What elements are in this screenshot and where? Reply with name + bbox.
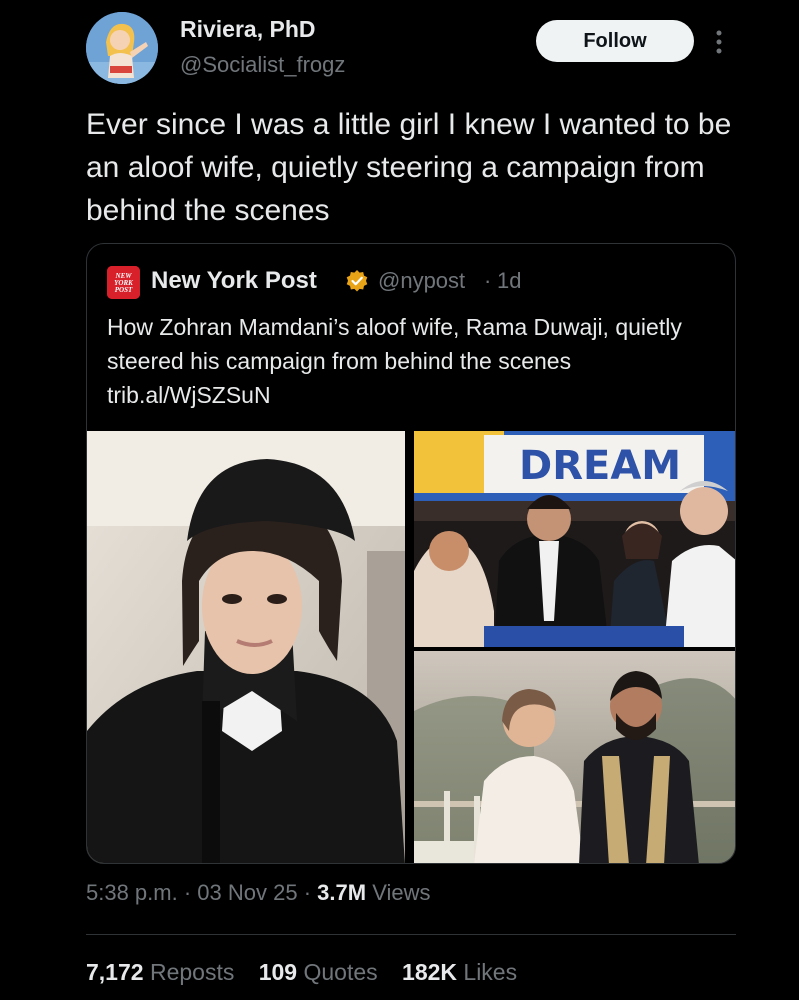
campaign-stage-photo[interactable]: DREAM — [414, 431, 735, 647]
views-label: Views — [372, 880, 431, 905]
tweet-text: Ever since I was a little girl I knew I … — [86, 108, 732, 227]
author-avatar[interactable] — [86, 12, 158, 84]
divider — [86, 934, 736, 935]
cartoon-woman-avatar-icon — [86, 12, 158, 84]
quoted-author-handle[interactable]: @nypost — [378, 268, 465, 294]
meta-separator: · — [303, 880, 312, 905]
new-york-post-logo-icon: NEW YORK POST — [107, 266, 140, 299]
tweet-time[interactable]: 5:38 p.m. — [86, 880, 178, 905]
likes-label: Likes — [463, 959, 518, 985]
quotes-count: 109 — [258, 959, 298, 985]
verified-badge-icon — [345, 269, 369, 293]
wedding-photo[interactable] — [414, 651, 735, 863]
reposts-count: 7,172 — [86, 959, 144, 985]
svg-text:POST: POST — [115, 286, 133, 294]
likes-stat[interactable]: 182K Likes — [402, 959, 517, 985]
tweet-date[interactable]: 03 Nov 25 — [197, 880, 297, 905]
tweet-meta: 5:38 p.m. · 03 Nov 25 · 3.7M Views — [86, 880, 431, 906]
likes-count: 182K — [402, 959, 458, 985]
vertical-ellipsis-icon[interactable] — [712, 28, 726, 56]
reposts-stat[interactable]: 7,172 Reposts — [86, 959, 234, 985]
author-name[interactable]: Riviera, PhD — [180, 16, 316, 43]
follow-button[interactable]: Follow — [536, 20, 694, 62]
views-count: 3.7M — [317, 880, 367, 905]
quotes-label: Quotes — [303, 959, 378, 985]
meta-separator: · — [183, 880, 192, 905]
campaign-banner-text: DREAM — [519, 443, 681, 489]
quoted-separator: · — [484, 268, 492, 293]
quotes-stat[interactable]: 109 Quotes — [259, 959, 378, 985]
quoted-timestamp[interactable]: 1d — [497, 268, 521, 294]
quoted-author-name[interactable]: New York Post — [151, 267, 317, 295]
engagement-stats: 7,172 Reposts 109 Quotes 182K Likes — [86, 959, 535, 986]
reposts-label: Reposts — [149, 959, 235, 985]
quoted-tweet-text: How Zohran Mamdani’s aloof wife, Rama Du… — [107, 314, 682, 408]
author-handle[interactable]: @Socialist_frogz — [180, 52, 345, 78]
quoted-tweet-card[interactable]: NEW YORK POST New York Post @nypost · 1d… — [86, 243, 736, 864]
selfie-portrait-photo[interactable] — [87, 431, 405, 863]
